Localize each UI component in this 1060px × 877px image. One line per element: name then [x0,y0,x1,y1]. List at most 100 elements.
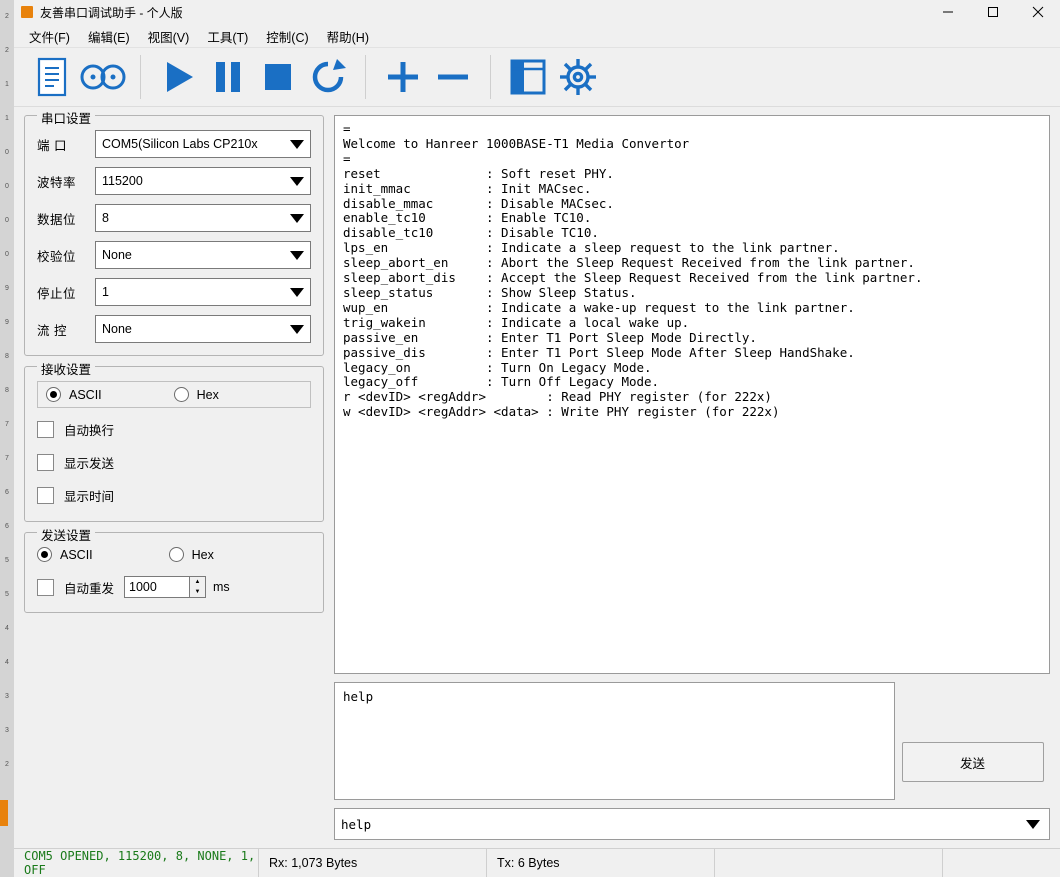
toolbar-group-edit [372,51,484,103]
edge-strip-label: 5 [5,557,9,564]
chevron-down-icon[interactable] [284,324,310,334]
flowcontrol-select[interactable]: None [95,315,311,343]
menu-tools[interactable]: 工具(T) [198,25,257,48]
remove-button[interactable] [428,52,478,102]
menu-view[interactable]: 视图(V) [139,25,199,48]
add-button[interactable] [378,52,428,102]
flowcontrol-label: 流 控 [37,323,67,338]
start-button[interactable] [153,52,203,102]
stepper-down-icon[interactable]: ▼ [190,587,205,597]
edge-strip-label: 6 [5,489,9,496]
status-connection: COM5 OPENED, 115200, 8, NONE, 1, OFF [14,849,259,877]
databits-label: 数据位 [37,212,77,227]
serial-settings-group: 串口设置 端 口 COM5(Silicon Labs CP210x 波特率 11… [24,108,324,356]
status-tx-bytes: Tx: 6 Bytes [487,849,715,877]
chevron-down-icon[interactable] [284,139,310,149]
send-ascii-radio[interactable] [37,547,52,562]
baudrate-label: 波特率 [37,175,77,190]
field-port: 端 口 COM5(Silicon Labs CP210x [37,130,311,158]
close-button[interactable] [1015,0,1060,24]
chevron-down-icon[interactable] [284,176,310,186]
menu-edit[interactable]: 编辑(E) [79,25,139,48]
port-select[interactable]: COM5(Silicon Labs CP210x [95,130,311,158]
receive-ascii-label: ASCII [69,387,102,402]
send-hex-label: Hex [191,547,214,562]
receive-output-area[interactable]: = Welcome to Hanreer 1000BASE-T1 Media C… [334,115,1050,674]
stepper-up-icon[interactable]: ▲ [190,577,205,587]
parity-select[interactable]: None [95,241,311,269]
stop-button[interactable] [253,52,303,102]
connect-button[interactable] [78,52,128,102]
main-body: 串口设置 端 口 COM5(Silicon Labs CP210x 波特率 11… [14,107,1060,848]
auto-wrap-row: 自动换行 [37,420,311,439]
flowcontrol-value: None [102,322,132,336]
edge-strip-label: 4 [5,659,9,666]
auto-repeat-label: 自动重发 [64,581,115,596]
repeat-interval-input[interactable]: 1000 [124,576,191,598]
right-panel: = Welcome to Hanreer 1000BASE-T1 Media C… [334,115,1050,848]
baudrate-select[interactable]: 115200 [95,167,311,195]
status-rx-bytes: Rx: 1,073 Bytes [259,849,487,877]
show-send-label: 显示发送 [64,457,115,471]
desktop-edge-strip: 2 2 1 1 0 0 0 0 9 9 8 8 7 7 6 6 5 5 4 4 3 3 2 [0,0,14,877]
menu-bar: 文件(F) 编辑(E) 视图(V) 工具(T) 控制(C) 帮助(H) [14,25,1060,48]
field-databits: 数据位 8 [37,204,311,232]
receive-hex-label: Hex [196,387,219,402]
stopbits-select[interactable]: 1 [95,278,311,306]
auto-repeat-checkbox[interactable] [37,578,54,596]
receive-settings-legend: 接收设置 [37,359,96,378]
maximize-button[interactable] [970,0,1015,24]
status-bar: COM5 OPENED, 115200, 8, NONE, 1, OFF Rx:… [14,848,1060,877]
settings-button[interactable] [553,52,603,102]
toolbar [14,48,1060,107]
auto-repeat-row: 自动重发 1000 ▲ ▼ ms [37,576,311,598]
app-window: 友善串口调试助手 - 个人版 文件(F) 编辑(E) 视图(V) 工具(T) 控… [14,0,1060,877]
port-value: COM5(Silicon Labs CP210x [102,137,258,151]
edge-strip-label: 2 [5,13,9,20]
edge-strip-label: 1 [5,115,9,122]
show-time-checkbox[interactable] [37,487,54,504]
new-document-button[interactable] [28,52,78,102]
chevron-down-icon[interactable] [284,213,310,223]
send-area: help 发送 [334,682,1050,800]
menu-control[interactable]: 控制(C) [257,25,317,48]
databits-select[interactable]: 8 [95,204,311,232]
field-parity: 校验位 None [37,241,311,269]
send-input[interactable]: help [334,682,895,800]
edge-strip-label: 0 [5,217,9,224]
send-hex-radio[interactable] [168,547,184,562]
chevron-down-icon[interactable] [284,287,310,297]
show-time-label: 显示时间 [64,490,115,504]
command-history-combo[interactable]: help [334,808,1050,840]
menu-file[interactable]: 文件(F) [20,25,79,48]
layout-button[interactable] [503,52,553,102]
repeat-interval-stepper[interactable]: ▲ ▼ [190,576,207,598]
toolbar-group-control [147,51,359,103]
edge-strip-label: 8 [5,387,9,394]
show-send-checkbox[interactable] [37,454,54,471]
menu-help[interactable]: 帮助(H) [318,25,378,48]
receive-settings-body: ASCII Hex 自动换行 显示发送 显示时间 [25,367,323,521]
status-blank-1 [715,849,943,877]
parity-value: None [102,248,132,262]
edge-strip-label: 4 [5,625,9,632]
receive-hex-radio[interactable] [173,387,189,402]
refresh-button[interactable] [303,52,353,102]
chevron-down-icon[interactable] [284,250,310,260]
edge-strip-label: 5 [5,591,9,598]
chevron-down-icon[interactable] [1017,809,1049,839]
serial-settings-body: 端 口 COM5(Silicon Labs CP210x 波特率 115200 [25,116,323,355]
send-button[interactable]: 发送 [901,742,1044,782]
toolbar-separator-2 [365,55,366,99]
show-send-row: 显示发送 [37,453,311,472]
pause-button[interactable] [203,52,253,102]
auto-wrap-checkbox[interactable] [37,421,54,438]
field-flowcontrol: 流 控 None [37,315,311,343]
edge-strip-label: 6 [5,523,9,530]
edge-strip-label: 8 [5,353,9,360]
minimize-button[interactable] [925,0,970,24]
receive-ascii-radio[interactable] [46,387,61,402]
edge-strip-label: 3 [5,727,9,734]
stopbits-label: 停止位 [37,286,77,301]
field-stopbits: 停止位 1 [37,278,311,306]
